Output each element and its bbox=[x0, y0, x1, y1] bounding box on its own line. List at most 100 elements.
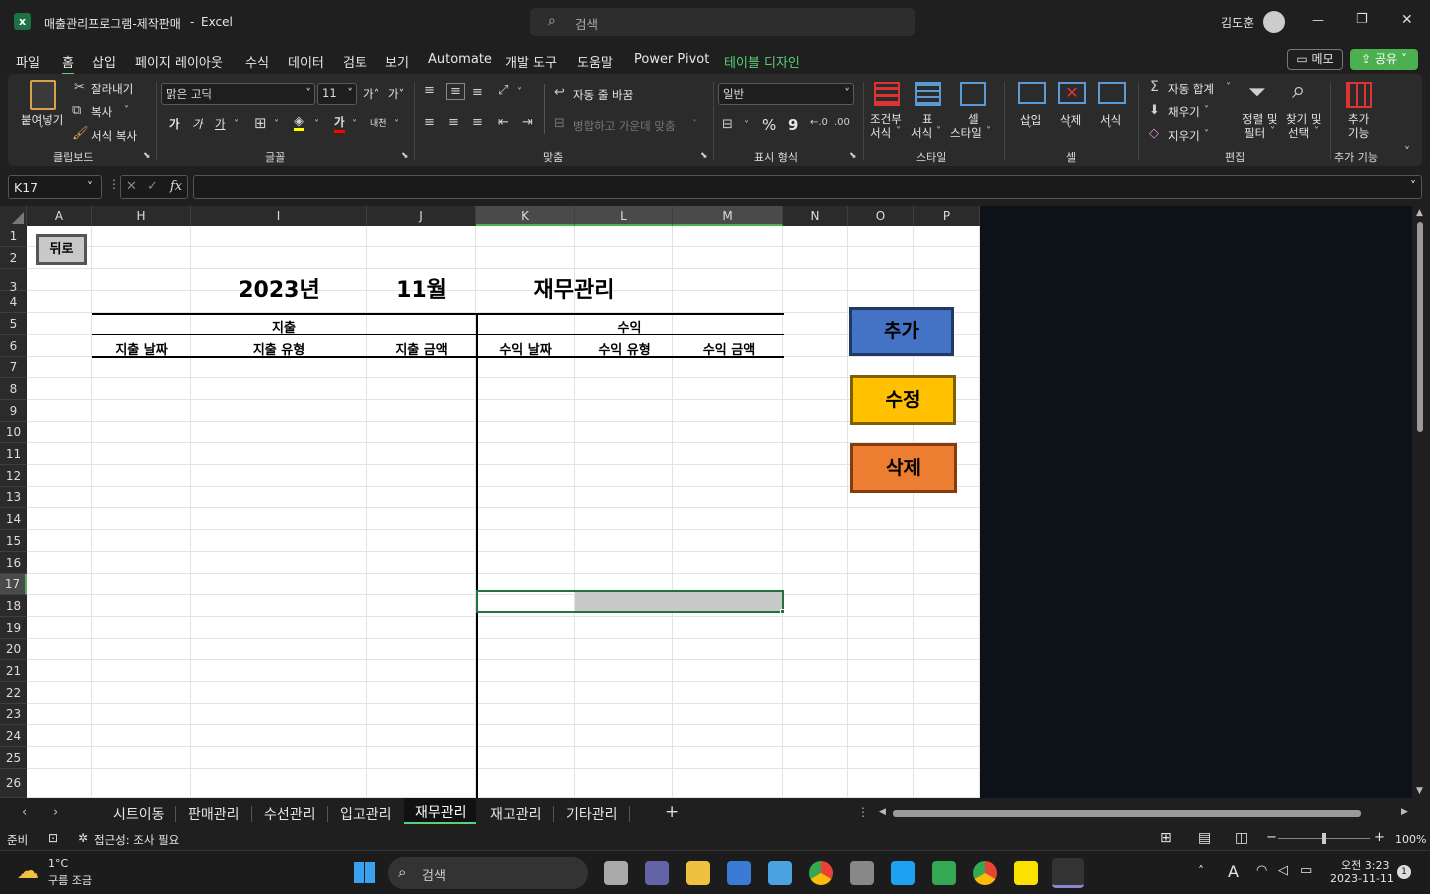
name-box[interactable]: K17 ˅ bbox=[8, 175, 102, 199]
merge-icon[interactable]: ⊟ bbox=[554, 117, 565, 130]
clock-time[interactable]: 오전 3:23 bbox=[1341, 857, 1389, 873]
paste-icon[interactable] bbox=[30, 80, 56, 110]
column-header-l[interactable]: L bbox=[575, 206, 673, 226]
wrap-text-button[interactable]: 자동 줄 바꿈 bbox=[573, 87, 633, 103]
row-header-18[interactable]: 18 bbox=[0, 595, 27, 617]
tab-help[interactable]: 도움말 bbox=[577, 52, 613, 71]
row-header-14[interactable]: 14 bbox=[0, 508, 27, 530]
eraser-icon[interactable]: ◇ bbox=[1149, 127, 1159, 140]
row-header-5[interactable]: 5 bbox=[0, 313, 27, 335]
worksheet[interactable]: 뒤로 2023년 11월 재무관리 지출 수익 지출 날짜 지출 유형 지출 금… bbox=[27, 226, 980, 798]
share-button[interactable]: ⇪ 공유 ˅ bbox=[1350, 49, 1418, 70]
notepad-icon[interactable] bbox=[768, 861, 792, 885]
formula-input[interactable]: ˅ bbox=[193, 175, 1422, 199]
add-button[interactable]: 추가 bbox=[849, 307, 954, 356]
column-header-i[interactable]: I bbox=[191, 206, 367, 226]
row-header-25[interactable]: 25 bbox=[0, 747, 27, 769]
edit-button[interactable]: 수정 bbox=[850, 375, 956, 425]
volume-icon[interactable]: ◁ bbox=[1278, 863, 1288, 878]
insert-function-icon[interactable]: fx bbox=[170, 179, 182, 194]
bold-button[interactable]: 가 bbox=[169, 116, 180, 132]
column-header-o[interactable]: O bbox=[848, 206, 914, 226]
prev-sheet-icon[interactable]: ‹ bbox=[22, 805, 27, 820]
weather-temp[interactable]: 1°C bbox=[48, 857, 68, 870]
row-header-15[interactable]: 15 bbox=[0, 530, 27, 552]
row-header-8[interactable]: 8 bbox=[0, 378, 27, 400]
kakaotalk-icon[interactable] bbox=[1014, 861, 1038, 885]
decrease-decimal-icon[interactable]: .00 bbox=[834, 118, 850, 128]
chevron-down-icon[interactable]: ˅ bbox=[352, 120, 357, 130]
more-icon[interactable]: ⋮ bbox=[857, 805, 869, 819]
wifi-icon[interactable]: ◠ bbox=[1256, 863, 1267, 878]
fill-handle[interactable] bbox=[780, 609, 785, 614]
zoom-slider-thumb[interactable] bbox=[1322, 833, 1326, 844]
tab-view[interactable]: 보기 bbox=[385, 52, 409, 71]
italic-button[interactable]: 가 bbox=[192, 116, 203, 132]
row-header-16[interactable]: 16 bbox=[0, 552, 27, 574]
zoom-level[interactable]: 100% bbox=[1395, 833, 1426, 846]
format-painter-button[interactable]: 서식 복사 bbox=[91, 128, 137, 144]
chevron-down-icon[interactable]: ˅ bbox=[517, 88, 522, 98]
memo-button[interactable]: ▭ 메모 bbox=[1287, 49, 1343, 70]
dialog-launcher-icon[interactable]: ⬊ bbox=[143, 152, 151, 161]
chevron-down-icon[interactable]: ˅ bbox=[1027, 126, 1032, 136]
scroll-up-icon[interactable]: ▲ bbox=[1416, 208, 1423, 218]
chevron-down-icon[interactable]: ˅ bbox=[1270, 127, 1275, 137]
chevron-down-icon[interactable]: ˅ bbox=[986, 127, 991, 137]
tab-page-layout[interactable]: 페이지 레이아웃 bbox=[135, 52, 223, 71]
chevron-down-icon[interactable]: ˅ bbox=[1107, 126, 1112, 136]
tray-chevron-icon[interactable]: ˄ bbox=[1198, 864, 1204, 878]
currency-icon[interactable]: ⊟ bbox=[722, 118, 733, 131]
cut-button[interactable]: 잘라내기 bbox=[91, 81, 133, 97]
fill-icon[interactable]: ⬇ bbox=[1149, 104, 1160, 117]
macro-record-icon[interactable]: ⊡ bbox=[48, 831, 58, 845]
fill-button[interactable]: 채우기 bbox=[1168, 104, 1200, 120]
align-left-icon[interactable]: ≡ bbox=[424, 116, 435, 129]
cancel-icon[interactable]: ✕ bbox=[126, 179, 137, 194]
sheet-tab-receiving[interactable]: 입고관리 bbox=[340, 804, 392, 824]
tab-power-pivot[interactable]: Power Pivot bbox=[634, 52, 709, 67]
row-header-2[interactable]: 2 bbox=[0, 247, 27, 269]
chevron-down-icon[interactable]: ˅ bbox=[936, 127, 941, 137]
normal-view-icon[interactable]: ⊞ bbox=[1160, 830, 1172, 846]
column-header-h[interactable]: H bbox=[92, 206, 191, 226]
horizontal-scroll-thumb[interactable] bbox=[893, 810, 1361, 817]
zoom-in-icon[interactable]: + bbox=[1374, 830, 1385, 845]
chevron-down-icon[interactable]: ˅ bbox=[1226, 83, 1231, 93]
selection-range[interactable] bbox=[476, 590, 784, 613]
taskbar-search[interactable]: ⌕ 검색 bbox=[388, 857, 588, 889]
row-header-23[interactable]: 23 bbox=[0, 704, 27, 725]
chevron-down-icon[interactable]: ˅ bbox=[274, 120, 279, 130]
clear-button[interactable]: 지우기 bbox=[1168, 128, 1200, 144]
shrink-font-button[interactable]: 가˅ bbox=[388, 86, 404, 102]
chevron-down-icon[interactable]: ˅ bbox=[39, 126, 44, 136]
percent-button[interactable]: % bbox=[762, 116, 776, 134]
comma-button[interactable]: 9 bbox=[788, 116, 798, 134]
row-header-11[interactable]: 11 bbox=[0, 443, 27, 465]
wrap-text-icon[interactable]: ↩ bbox=[554, 86, 565, 99]
confirm-icon[interactable]: ✓ bbox=[147, 179, 158, 194]
column-header-j[interactable]: J bbox=[367, 206, 476, 226]
chevron-down-icon[interactable]: ˅ bbox=[1067, 126, 1072, 136]
row-header-22[interactable]: 22 bbox=[0, 682, 27, 704]
chevron-down-icon[interactable]: ˅ bbox=[394, 120, 399, 130]
row-header-4[interactable]: 4 bbox=[0, 291, 27, 313]
avatar[interactable] bbox=[1263, 11, 1285, 33]
notification-badge[interactable]: 1 bbox=[1397, 865, 1411, 879]
chrome-profile-icon[interactable] bbox=[973, 861, 997, 885]
increase-decimal-icon[interactable]: ←.0 bbox=[810, 118, 828, 128]
delete-button[interactable]: 삭제 bbox=[850, 443, 957, 493]
search-box[interactable]: ⌕ 검색 bbox=[530, 8, 915, 36]
decrease-indent-icon[interactable]: ⇤ bbox=[498, 116, 509, 129]
chevron-down-icon[interactable]: ˅ bbox=[1204, 130, 1209, 140]
minimize-button[interactable]: — bbox=[1312, 13, 1324, 27]
store-icon[interactable] bbox=[727, 861, 751, 885]
sheet-tab-sales[interactable]: 판매관리 bbox=[188, 804, 240, 824]
phonetic-button[interactable]: 내천 bbox=[370, 116, 387, 129]
tab-file[interactable]: 파일 bbox=[16, 52, 40, 71]
back-button[interactable]: 뒤로 bbox=[36, 234, 87, 265]
vertical-scrollbar-track[interactable]: ▲ ▼ bbox=[1412, 206, 1430, 798]
expand-icon[interactable]: ˅ bbox=[1410, 179, 1416, 193]
chevron-down-icon[interactable]: ˅ bbox=[124, 106, 129, 116]
teams-icon[interactable] bbox=[645, 861, 669, 885]
